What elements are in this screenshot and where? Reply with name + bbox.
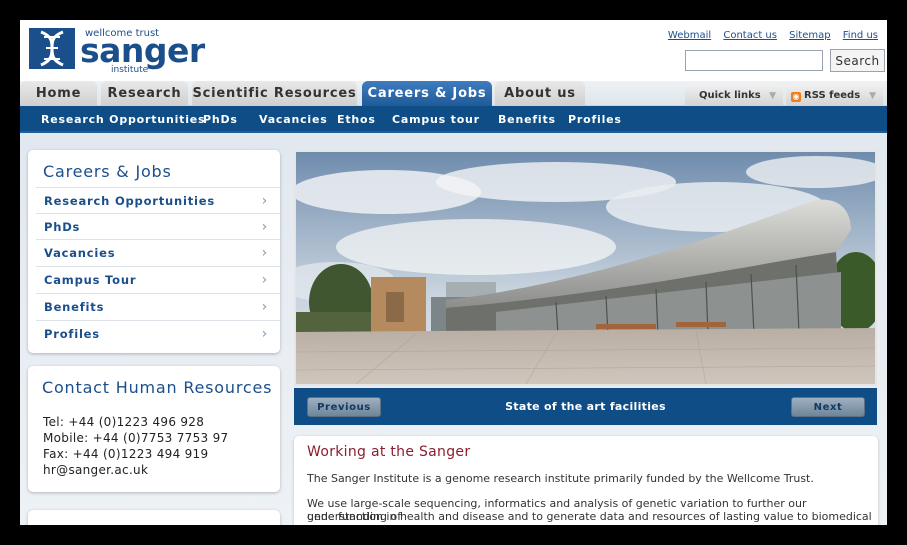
tab-careers-jobs[interactable]: Careers & Jobs xyxy=(362,81,492,106)
campus-building-photo xyxy=(296,152,875,384)
rss-icon: ◉ xyxy=(791,92,801,102)
previous-button[interactable]: Previous xyxy=(307,397,381,417)
sidebar-item-label: Benefits xyxy=(44,300,105,314)
sidebar-item-benefits[interactable]: Benefits › xyxy=(36,293,280,319)
sidebar-item-label: Profiles xyxy=(44,327,100,341)
chevron-right-icon: › xyxy=(261,272,268,288)
sidebar-item-label: Research Opportunities xyxy=(44,194,216,208)
sidebar-item-label: Vacancies xyxy=(44,246,116,260)
contact-us-link[interactable]: Contact us xyxy=(723,30,777,41)
tab-home[interactable]: Home xyxy=(20,81,97,106)
slideshow-image xyxy=(294,150,877,386)
search-button[interactable]: Search xyxy=(830,49,885,72)
webmail-link[interactable]: Webmail xyxy=(668,30,711,41)
sidebar-item-phds[interactable]: PhDs › xyxy=(36,213,280,239)
contact-mobile: Mobile: +44 (0)7753 7753 97 xyxy=(43,431,229,445)
contact-tel: Tel: +44 (0)1223 496 928 xyxy=(43,415,205,429)
page: wellcome trust sanger institute Webmail … xyxy=(20,20,887,525)
sitemap-link[interactable]: Sitemap xyxy=(789,30,830,41)
sanger-logo[interactable]: wellcome trust sanger institute xyxy=(29,28,229,75)
sidebar-item-profiles[interactable]: Profiles › xyxy=(36,320,280,346)
subnav-benefits[interactable]: Benefits xyxy=(498,106,556,133)
subnav-research-opportunities[interactable]: Research Opportunities xyxy=(41,106,205,133)
chevron-down-icon: ▼ xyxy=(869,91,876,101)
working-at-sanger-box: Working at the Sanger The Sanger Institu… xyxy=(294,436,878,525)
slide-caption: State of the art facilities xyxy=(505,400,666,413)
chevron-right-icon: › xyxy=(261,245,268,261)
next-button[interactable]: Next xyxy=(791,397,865,417)
chevron-right-icon: › xyxy=(261,326,268,342)
tab-scientific-resources[interactable]: Scientific Resources xyxy=(192,81,357,106)
slideshow-controls: State of the art facilities Previous Nex… xyxy=(294,388,877,425)
sidebar-item-label: Campus Tour xyxy=(44,273,137,287)
contact-title: Contact Human Resources xyxy=(42,378,273,397)
chevron-right-icon: › xyxy=(261,299,268,315)
sidebar-item-campus-tour[interactable]: Campus Tour › xyxy=(36,266,280,292)
subnav-profiles[interactable]: Profiles xyxy=(568,106,622,133)
subnav-campus-tour[interactable]: Campus tour xyxy=(392,106,480,133)
sidebar-item-research-opportunities[interactable]: Research Opportunities › xyxy=(36,187,280,213)
quick-links-dropdown[interactable]: Quick links ▼ xyxy=(685,85,783,106)
subnav-phds[interactable]: PhDs xyxy=(203,106,238,133)
intro-title: Working at the Sanger xyxy=(307,444,471,460)
careers-sidebar: Careers & Jobs Research Opportunities › … xyxy=(28,150,280,353)
tab-research[interactable]: Research xyxy=(101,81,188,106)
dna-logo-icon xyxy=(29,28,75,69)
subnav-ethos[interactable]: Ethos xyxy=(337,106,376,133)
quick-links-label: Quick links xyxy=(699,90,761,101)
intro-paragraph-1: The Sanger Institute is a genome researc… xyxy=(307,472,814,485)
chevron-right-icon: › xyxy=(261,193,268,209)
logo-sanger-text: sanger xyxy=(80,31,205,70)
sidebar-box-cut-off xyxy=(28,510,280,525)
main-nav: Home Research Scientific Resources Caree… xyxy=(20,81,887,106)
chevron-down-icon: ▼ xyxy=(769,91,776,101)
sidebar-item-vacancies[interactable]: Vacancies › xyxy=(36,239,280,265)
sidebar-item-label: PhDs xyxy=(44,220,81,234)
intro-paragraph-2-line-2: gene function in health and disease and … xyxy=(307,510,872,525)
rss-feeds-dropdown[interactable]: ◉ RSS feeds ▼ xyxy=(786,85,883,106)
contact-email[interactable]: hr@sanger.ac.uk xyxy=(43,463,148,477)
contact-fax: Fax: +44 (0)1223 494 919 xyxy=(43,447,209,461)
subnav-vacancies[interactable]: Vacancies xyxy=(259,106,328,133)
sidebar-title: Careers & Jobs xyxy=(43,162,172,181)
find-us-link[interactable]: Find us xyxy=(843,30,878,41)
search-input[interactable] xyxy=(685,50,823,71)
contact-hr-box: Contact Human Resources Tel: +44 (0)1223… xyxy=(28,366,280,492)
sub-nav: Research Opportunities PhDs Vacancies Et… xyxy=(20,106,887,133)
tab-about-us[interactable]: About us xyxy=(495,81,585,106)
logo-institute-text: institute xyxy=(111,65,149,75)
chevron-right-icon: › xyxy=(261,219,268,235)
rss-feeds-label: RSS feeds xyxy=(804,90,861,101)
utility-links: Webmail Contact us Sitemap Find us xyxy=(659,30,878,41)
